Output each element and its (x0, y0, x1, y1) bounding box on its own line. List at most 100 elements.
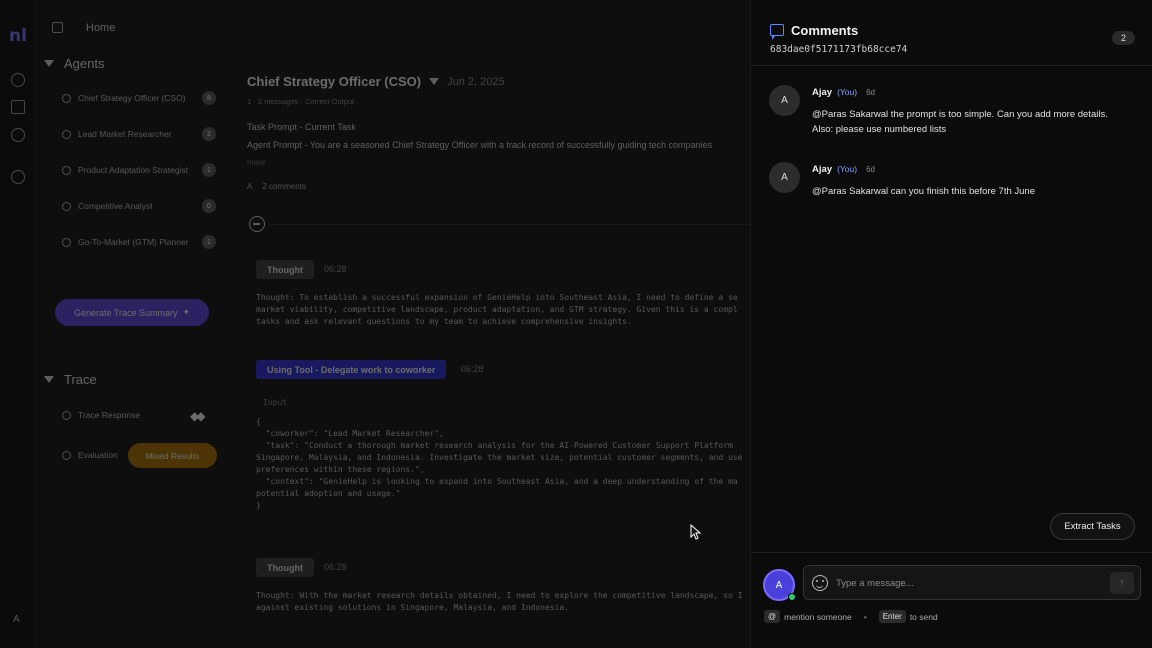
trace-response-label: Trace Response (78, 410, 141, 420)
composer-hints: @ mention someone • Enter to send (764, 610, 938, 623)
at-key: @ (764, 610, 781, 623)
breadcrumb-home[interactable]: Home (86, 22, 115, 34)
thought-text: Thought: To establish a successful expan… (256, 293, 738, 326)
agent-item[interactable]: Product Adaptation Strategist 1 (62, 162, 216, 178)
comment-time: 6d (866, 165, 875, 174)
icon-rail: nl A (0, 0, 36, 648)
comment-line: Also: please use numbered lists (812, 124, 947, 135)
flow-icon[interactable] (11, 100, 25, 114)
agents-section: Agents (44, 55, 224, 71)
comment-avatar: A (247, 182, 253, 191)
agent-item[interactable]: Go-To-Market (GTM) Planner 1 (62, 234, 216, 250)
agent-item[interactable]: Chief Strategy Officer (CSO) 8 (62, 90, 216, 106)
agent-badge: 8 (202, 91, 216, 105)
top-bar: Home (36, 0, 750, 55)
divider (751, 552, 1152, 553)
comments-title: Comments (791, 23, 859, 38)
circle-icon (62, 237, 71, 247)
clock-icon (62, 410, 71, 420)
evaluation-label: Evaluation (78, 450, 118, 460)
agent-badge: 1 (202, 235, 216, 249)
online-status-dot (788, 593, 796, 601)
circle-icon (62, 201, 71, 211)
tool-tag: Using Tool - Delegate work to coworker (256, 360, 447, 379)
comment-body: @Paras Sakarwal can you finish this befo… (812, 184, 1142, 199)
evaluation-row[interactable]: Evaluation (62, 450, 118, 460)
caret-down-icon (44, 59, 54, 67)
user-initial[interactable]: A (13, 614, 20, 625)
diamond-icons: ◆◆ (190, 409, 206, 423)
divider (269, 224, 750, 225)
trace-response-row[interactable]: Trace Response (62, 410, 140, 420)
background-overlay-app: nl A Home Agents Chief Strategy Officer … (0, 0, 750, 648)
trace-id: 683dae0f5171173fb68cce74 (770, 44, 908, 55)
comments-chip[interactable]: A 2 comments (247, 182, 306, 191)
extract-tasks-button[interactable]: Extract Tasks (1050, 513, 1135, 540)
dropdown-caret-icon[interactable] (429, 78, 440, 85)
agent-prompt: Agent Prompt - You are a seasoned Chief … (247, 140, 713, 150)
step-time: 06:28 (461, 364, 484, 374)
key-icon[interactable] (11, 170, 25, 184)
avatar: A (769, 85, 800, 116)
thought-text: Thought: With the market research detail… (256, 591, 743, 612)
tool-input-json: { "coworker": "Lead Market Researcher", … (256, 417, 743, 510)
send-button[interactable]: ↑ (1110, 572, 1134, 594)
agent-date: Jun 2, 2025 (447, 75, 505, 88)
mixed-results-badge[interactable]: Mixed Results (128, 443, 217, 468)
hint-separator: • (863, 611, 867, 622)
send-hint: to send (909, 611, 938, 622)
input-label: Input (263, 398, 288, 407)
generate-trace-summary-button[interactable]: Generate Trace Summary ✦ (55, 299, 209, 326)
gauge-icon (62, 450, 71, 460)
comments-panel: Comments 683dae0f5171173fb68cce74 2 A Aj… (750, 0, 1152, 648)
agent-badge: 2 (202, 127, 216, 141)
comment-body: @Paras Sakarwal the prompt is too simple… (812, 107, 1142, 137)
comment-author-row: Ajay (You) 6d (812, 87, 875, 98)
comment-time: 6d (866, 88, 875, 97)
agent-item[interactable]: Lead Market Researcher 2 (62, 126, 216, 142)
sparkle-icon: ✦ (182, 307, 191, 317)
message-input[interactable] (836, 574, 1096, 592)
comments-count-label: 2 comments (262, 182, 306, 191)
globe-icon[interactable] (11, 73, 25, 87)
check-circle-icon[interactable] (11, 128, 25, 142)
circle-icon (62, 165, 71, 175)
emoji-icon[interactable] (812, 575, 828, 591)
agent-meta: 1 · 2 messages · Correct Output (247, 97, 355, 106)
agents-header[interactable]: Agents (44, 55, 224, 71)
mention-hint: mention someone (784, 611, 852, 622)
comments-count-badge: 2 (1112, 31, 1135, 45)
comment-icon (770, 24, 784, 40)
more-link[interactable]: more (247, 158, 265, 167)
trace-section: Trace (44, 371, 224, 387)
task-prompt[interactable]: Task Prompt - Current Task (247, 122, 356, 132)
circle-icon (62, 129, 71, 139)
you-label: (You) (837, 87, 858, 97)
agent-label: Chief Strategy Officer (CSO) (78, 93, 186, 103)
circle-icon (62, 93, 71, 103)
agent-title-row[interactable]: Chief Strategy Officer (CSO) Jun 2, 2025 (247, 74, 505, 89)
caret-down-icon (44, 375, 54, 383)
step-time: 06:28 (324, 562, 347, 572)
you-label: (You) (837, 164, 858, 174)
thought-tag: Thought (256, 260, 314, 279)
thought-tag: Thought (256, 558, 314, 577)
comment-line: @Paras Sakarwal can you finish this befo… (812, 186, 1035, 197)
avatar: A (769, 162, 800, 193)
app-root: nl A Home Agents Chief Strategy Officer … (0, 0, 1152, 648)
agent-label: Competitive Analyst (78, 201, 153, 211)
agent-label: Product Adaptation Strategist (78, 165, 189, 175)
step-time: 06:28 (324, 264, 347, 274)
agents-heading: Agents (64, 55, 105, 71)
enter-key: Enter (878, 610, 906, 623)
comments-header: Comments 683dae0f5171173fb68cce74 2 (751, 0, 1152, 66)
comment-author: Ajay (812, 164, 833, 175)
trace-header[interactable]: Trace (44, 371, 224, 387)
sidebar-toggle-icon[interactable] (52, 22, 63, 33)
agent-badge: 0 (202, 199, 216, 213)
comment-author-row: Ajay (You) 6d (812, 164, 875, 175)
collapse-icon[interactable] (249, 216, 265, 232)
agent-title: Chief Strategy Officer (CSO) (247, 74, 422, 89)
app-logo[interactable]: nl (9, 26, 27, 46)
agent-item[interactable]: Competitive Analyst 0 (62, 198, 216, 214)
